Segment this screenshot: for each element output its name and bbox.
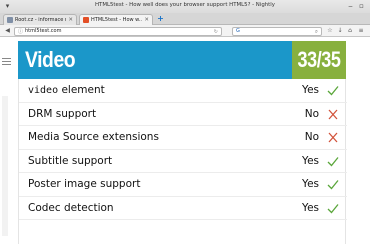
home-icon[interactable]: ⌂ [346, 27, 354, 35]
feature-text: DRM support [28, 107, 97, 120]
url-bar[interactable]: ⓘ html5test.com ↻ [14, 26, 222, 36]
feature-code: video [28, 85, 59, 96]
section-score-badge: 33/35 [292, 41, 346, 79]
section-title: Video [25, 47, 76, 72]
downloads-icon[interactable]: ↓ [336, 27, 344, 35]
checkmark-icon [327, 180, 339, 190]
favicon-icon [83, 17, 89, 23]
navigation-toolbar: ◀ ⓘ html5test.com ↻ G ⌕ ☆ ↓ ⌂ ≡ [0, 25, 370, 37]
tab-html5test[interactable]: HTML5test - How w... ✕ [79, 14, 153, 25]
new-tab-icon[interactable]: + [156, 15, 165, 24]
side-scroll-track [2, 96, 8, 236]
feature-label: Subtitle support [28, 155, 112, 168]
tab-close-icon[interactable]: ✕ [68, 17, 73, 23]
feature-label: DRM support [28, 108, 96, 121]
feature-result: Yes [302, 154, 319, 167]
back-icon[interactable]: ◀ [3, 27, 12, 35]
search-engine-icon[interactable]: G [236, 28, 240, 34]
feature-row-drm-support[interactable]: DRM support No [19, 103, 347, 126]
tab-root-cz[interactable]: Root.cz - informace n... ✕ [3, 14, 77, 25]
feature-row-poster-image-support[interactable]: Poster image support Yes [19, 173, 347, 197]
feature-label: Media Source extensions [28, 131, 159, 144]
section-header: Video [18, 41, 292, 79]
checkmark-icon [327, 86, 339, 96]
favicon-icon [7, 17, 13, 23]
menu-icon[interactable]: ≡ [357, 27, 365, 35]
feature-table: video element Yes DRM support No Media S… [18, 79, 347, 244]
feature-result: No [304, 131, 319, 143]
feature-label: Codec detection [28, 202, 114, 215]
feature-text: Media Source extensions [28, 131, 159, 143]
feature-text: Codec detection [28, 201, 114, 214]
feature-text: Subtitle support [28, 154, 113, 167]
feature-row-codec-detection[interactable]: Codec detection Yes [19, 197, 347, 220]
feature-result: No [304, 107, 319, 120]
reload-icon[interactable]: ↻ [214, 28, 218, 36]
checkmark-icon [327, 156, 339, 166]
cross-icon [328, 132, 338, 143]
feature-text: Poster image support [28, 178, 141, 190]
minimize-icon[interactable]: ‒ [346, 2, 355, 11]
search-bar[interactable]: G ⌕ [232, 26, 322, 36]
url-text: html5test.com [25, 28, 62, 34]
bookmark-star-icon[interactable]: ☆ [326, 27, 334, 35]
feature-result: Yes [302, 84, 319, 96]
hamburger-icon[interactable] [2, 58, 11, 67]
tab-label: Root.cz - informace n... [15, 17, 66, 23]
tab-strip: Root.cz - informace n... ✕ HTML5test - H… [0, 13, 370, 25]
feature-row-video-element[interactable]: video element Yes [19, 79, 347, 103]
checkmark-icon [327, 203, 339, 213]
feature-result: Yes [302, 201, 319, 214]
tab-label: HTML5test - How w... [91, 17, 143, 23]
window-titlebar: ▾ HTML5test - How well does your browser… [0, 0, 370, 13]
maximize-icon[interactable]: ▫ [357, 2, 366, 11]
feature-result: Yes [302, 178, 319, 190]
site-info-icon[interactable]: ⓘ [18, 28, 23, 35]
section-score: 33/35 [297, 47, 341, 72]
feature-text: element [58, 84, 105, 96]
window-title: HTML5test - How well does your browser s… [95, 2, 275, 8]
tab-close-icon[interactable]: ✕ [144, 17, 149, 23]
feature-label: Poster image support [28, 178, 140, 191]
feature-row-media-source-extensions[interactable]: Media Source extensions No [19, 126, 347, 150]
feature-label: video element [28, 84, 105, 97]
cross-icon [328, 109, 338, 119]
search-icon[interactable]: ⌕ [315, 28, 318, 36]
feature-row-subtitle-support[interactable]: Subtitle support Yes [19, 150, 347, 173]
page-content: Video 33/35 video element Yes DRM suppor… [0, 38, 370, 244]
